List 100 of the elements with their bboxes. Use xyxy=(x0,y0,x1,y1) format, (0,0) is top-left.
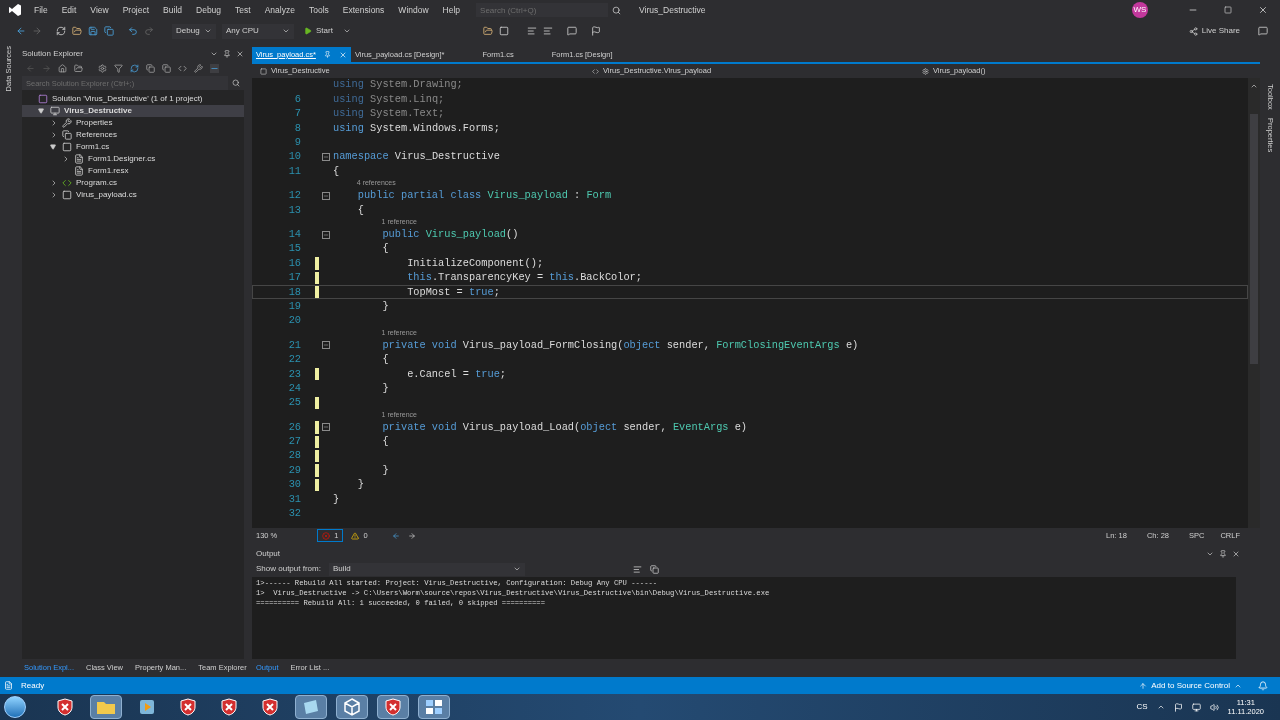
maximize-icon[interactable] xyxy=(1224,6,1232,14)
media-player-icon xyxy=(139,699,155,715)
line-number: 30 xyxy=(288,477,301,493)
line-number: 21 xyxy=(288,337,301,353)
line-number: 13 xyxy=(288,202,301,218)
line-number: 19 xyxy=(288,298,301,314)
close-icon[interactable] xyxy=(1258,5,1268,15)
save-all-icon[interactable] xyxy=(104,26,114,36)
open-folder-icon[interactable] xyxy=(72,26,82,36)
code-text: using System.Windows.Forms; xyxy=(333,120,500,136)
menu-item[interactable]: File xyxy=(34,3,48,17)
expanded-triangle-icon[interactable] xyxy=(50,144,56,150)
forward-icon[interactable] xyxy=(407,531,416,540)
menu-item[interactable]: Build xyxy=(163,3,182,17)
start-orb[interactable] xyxy=(4,696,26,718)
menu-item[interactable]: Window xyxy=(398,3,429,17)
flag-icon[interactable] xyxy=(1173,702,1183,712)
menu-item[interactable]: Test xyxy=(235,3,251,17)
line-number: 11 xyxy=(288,163,301,179)
tree-item[interactable]: Form1.Designer.cs xyxy=(22,153,244,165)
error-icon xyxy=(322,531,331,540)
back-icon[interactable] xyxy=(391,531,400,540)
menu-item[interactable]: Analyze xyxy=(264,3,295,17)
folder-icon[interactable] xyxy=(482,26,493,36)
line-number: 6 xyxy=(294,91,301,107)
code-text: } xyxy=(381,462,389,478)
form-icon xyxy=(62,190,72,200)
share-icon xyxy=(1188,26,1198,36)
start-button[interactable]: Start xyxy=(300,23,337,39)
wrench-icon xyxy=(62,118,72,128)
pin-icon[interactable] xyxy=(1219,550,1227,558)
line-number: 28 xyxy=(288,448,301,464)
notification-icon[interactable] xyxy=(1258,680,1268,691)
search-icon xyxy=(612,5,622,15)
caret-icon[interactable] xyxy=(1206,550,1214,558)
window-icon[interactable] xyxy=(498,26,509,36)
code-text: using System.Linq; xyxy=(333,91,445,107)
line-number: 25 xyxy=(288,395,301,411)
comment-icon[interactable] xyxy=(566,26,577,36)
volume-icon[interactable] xyxy=(1209,702,1219,712)
line-number: 7 xyxy=(294,106,301,122)
menu-item[interactable]: View xyxy=(90,3,109,17)
code-text: private void Virus_payload_Load(object sender, EventArgs e) xyxy=(381,419,748,435)
scrollbar[interactable] xyxy=(1248,78,1260,528)
cube-icon xyxy=(343,698,361,716)
project-icon xyxy=(50,106,60,116)
panel-title: Output xyxy=(256,548,280,560)
save-icon[interactable] xyxy=(88,26,98,36)
tree-item[interactable]: Form1.resx xyxy=(22,165,244,177)
code-text: } xyxy=(356,477,364,493)
refresh-icon[interactable] xyxy=(130,64,139,73)
network-icon[interactable] xyxy=(1191,702,1201,712)
tree-item[interactable]: References xyxy=(22,129,244,141)
wrench-icon[interactable] xyxy=(194,64,203,73)
tree-item[interactable]: Properties xyxy=(22,117,244,129)
tray-expand-icon[interactable] xyxy=(1156,703,1165,711)
code-text: namespace Virus_Destructive xyxy=(333,149,500,165)
caret-icon xyxy=(512,565,521,573)
line-number: 14 xyxy=(288,227,301,242)
menu-item[interactable]: Edit xyxy=(61,3,77,17)
code-text: public Virus_payload() xyxy=(381,227,519,242)
code-text: } xyxy=(333,491,340,507)
folder-icon xyxy=(96,699,116,715)
tree-item[interactable]: Virus_payload.cs xyxy=(22,189,244,201)
tree-item[interactable]: Virus_Destructive xyxy=(22,105,244,117)
code-icon[interactable] xyxy=(178,64,187,73)
line-number: 23 xyxy=(288,366,301,382)
output-source-dropdown[interactable]: Build xyxy=(328,562,525,576)
line-number: 16 xyxy=(288,255,301,271)
menu-item[interactable]: Project xyxy=(122,3,150,17)
back-icon[interactable] xyxy=(16,26,26,36)
warning-icon xyxy=(351,531,360,540)
line-number: 24 xyxy=(288,380,301,396)
platform-dropdown[interactable]: Any CPU xyxy=(222,23,294,39)
code-text: using System.Drawing; xyxy=(333,77,463,93)
pin-icon[interactable] xyxy=(223,49,231,58)
menu-item[interactable]: Help xyxy=(442,3,461,17)
scroll-up-icon[interactable] xyxy=(1250,82,1258,90)
menu-item[interactable]: Debug xyxy=(196,3,222,17)
tree-item[interactable]: Form1.cs xyxy=(22,141,244,153)
menu-item[interactable]: Tools xyxy=(308,3,329,17)
tree-item[interactable]: Program.cs xyxy=(22,177,244,189)
caret-icon[interactable] xyxy=(342,27,351,35)
home-icon[interactable] xyxy=(58,64,67,73)
user-avatar[interactable]: WS xyxy=(1132,2,1148,18)
menu-item[interactable]: Extensions xyxy=(342,3,385,17)
output-source-label: Show output from: xyxy=(256,563,321,575)
undo-icon[interactable] xyxy=(128,26,138,36)
configuration-dropdown[interactable]: Debug xyxy=(172,23,216,39)
folder-icon[interactable] xyxy=(74,64,83,73)
live-share-button[interactable]: Live Share xyxy=(1188,25,1240,37)
source-control-button[interactable]: Add to Source Control xyxy=(1139,679,1242,692)
close-icon[interactable] xyxy=(236,49,244,58)
expanded-triangle-icon[interactable] xyxy=(38,108,44,114)
tree-item[interactable]: Solution 'Virus_Destructive' (1 of 1 project) xyxy=(22,93,244,105)
language-indicator[interactable]: CS xyxy=(1136,701,1148,713)
filter-icon[interactable] xyxy=(114,64,123,73)
close-icon[interactable] xyxy=(1232,550,1240,558)
feedback-icon[interactable] xyxy=(1258,26,1268,36)
line-number: 32 xyxy=(288,506,301,522)
